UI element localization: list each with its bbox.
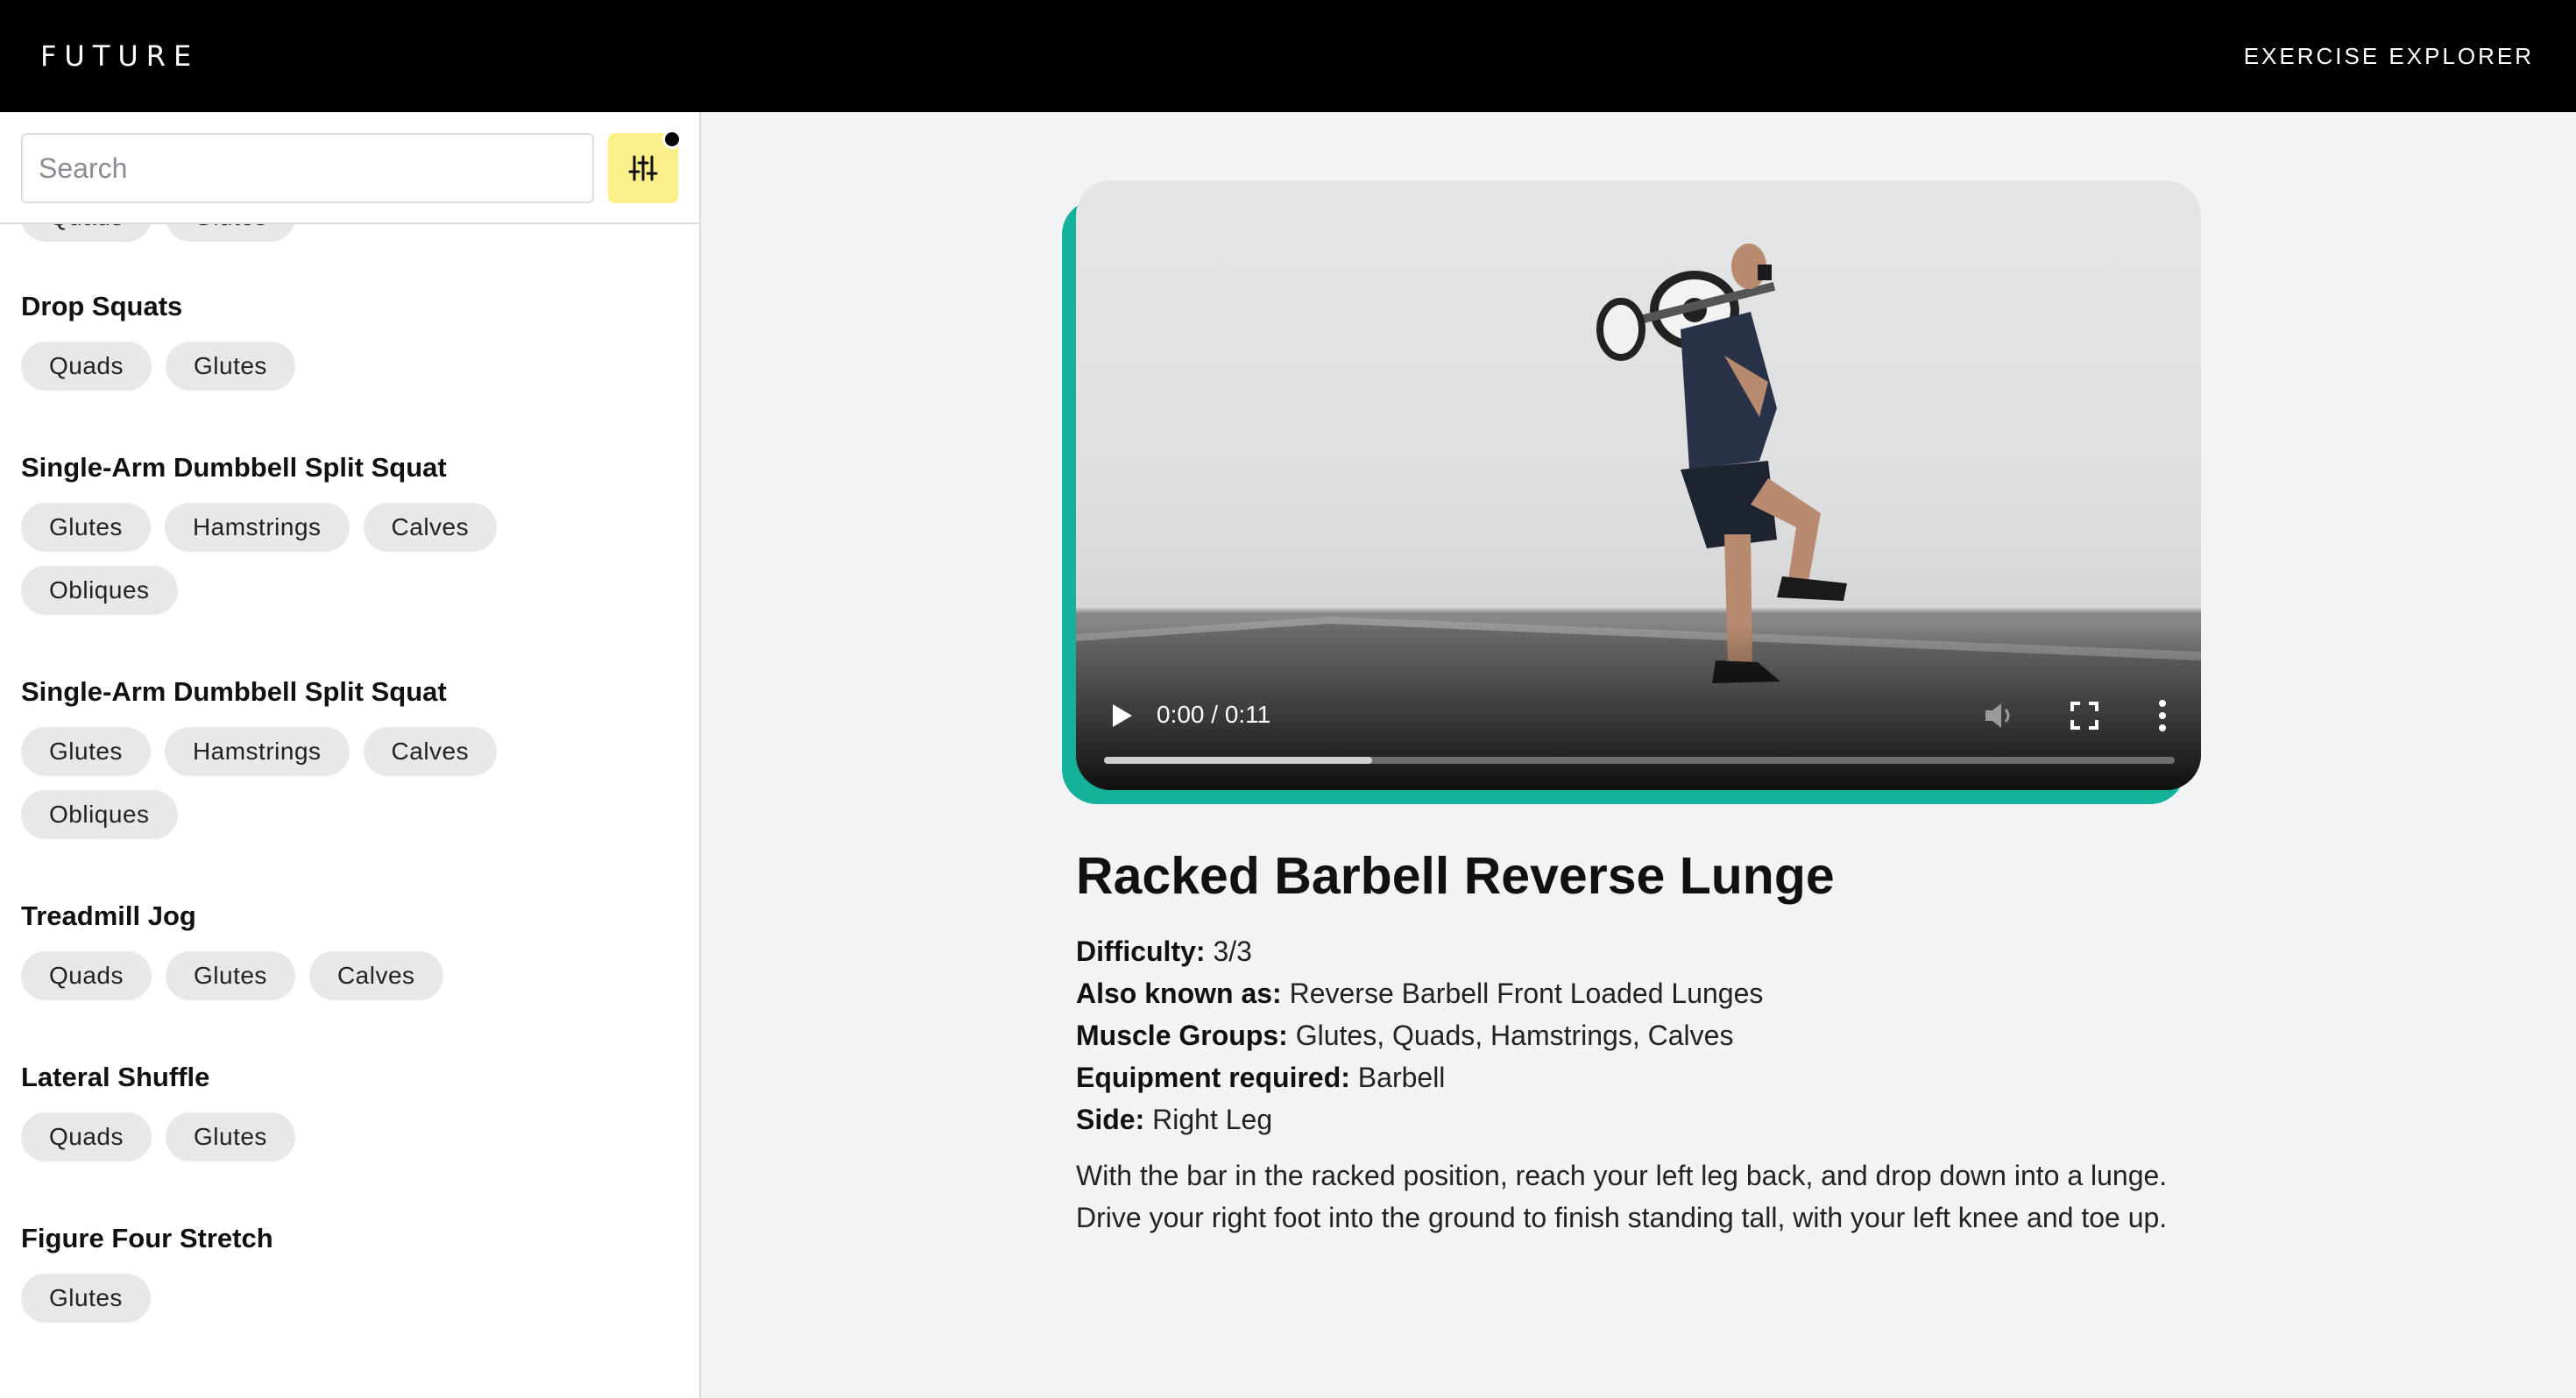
exercise-name: Figure Four Stretch: [21, 1223, 273, 1253]
aka-value: Reverse Barbell Front Loaded Lunges: [1289, 978, 1764, 1009]
muscle-tag: Glutes: [21, 1274, 151, 1323]
exercise-video[interactable]: 0:00 / 0:11: [1076, 180, 2201, 790]
exercise-title: Racked Barbell Reverse Lunge: [1076, 847, 1835, 905]
exercise-detail: Racked Barbell Reverse Lunge Difficulty:…: [1076, 841, 2206, 1239]
muscle-tag: Hamstrings: [164, 727, 350, 776]
difficulty-value: 3/3: [1213, 936, 1252, 967]
muscle-tags: Glutes: [21, 1274, 564, 1323]
muscle-tag: Quads: [21, 951, 152, 1000]
exercise-name: Drop Squats: [21, 291, 183, 321]
nav-link-exercise-explorer[interactable]: EXERCISE EXPLORER: [2244, 43, 2534, 70]
muscle-tag: Obliques: [21, 790, 178, 839]
exercise-description: With the bar in the racked position, rea…: [1076, 1160, 2168, 1233]
muscle-groups-value: Glutes, Quads, Hamstrings, Calves: [1295, 1020, 1734, 1051]
filter-active-dot: [662, 130, 682, 149]
muscle-tag: Quads: [21, 1112, 152, 1161]
muscle-tag: Glutes: [21, 727, 151, 776]
exercise-name: Single-Arm Dumbbell Split Squat: [21, 452, 447, 483]
side-row: Side: Right Leg: [1076, 1098, 2206, 1140]
top-navbar: FUTURE EXERCISE EXPLORER: [0, 0, 2576, 112]
muscle-tags: Glutes Hamstrings Calves Obliques: [21, 503, 564, 615]
aka-label: Also known as:: [1076, 978, 1282, 1009]
volume-icon[interactable]: [1984, 701, 2015, 731]
muscle-tag: Hamstrings: [164, 503, 350, 552]
side-value: Right Leg: [1152, 1104, 1273, 1135]
video-card: 0:00 / 0:11: [1062, 180, 2201, 804]
sliders-icon: [628, 155, 658, 181]
muscle-groups-label: Muscle Groups:: [1076, 1020, 1288, 1051]
side-label: Side:: [1076, 1104, 1145, 1135]
exercise-name: Single-Arm Dumbbell Split Squat: [21, 676, 447, 707]
video-time: 0:00 / 0:11: [1157, 701, 1271, 728]
list-item[interactable]: Single-Arm Dumbbell Split Squat Glutes H…: [21, 448, 687, 615]
video-progress-bar[interactable]: [1104, 757, 2175, 764]
muscle-tag: Calves: [308, 951, 443, 1000]
muscle-groups-row: Muscle Groups: Glutes, Quads, Hamstrings…: [1076, 1014, 2206, 1056]
muscle-tag: Glutes: [166, 1112, 295, 1161]
equipment-row: Equipment required: Barbell: [1076, 1056, 2206, 1098]
muscle-tag: Glutes: [166, 951, 295, 1000]
fullscreen-icon[interactable]: [2070, 701, 2099, 731]
exercise-properties: Difficulty: 3/3 Also known as: Reverse B…: [1076, 930, 2206, 1140]
difficulty-row: Difficulty: 3/3: [1076, 930, 2206, 972]
search-bar: [0, 112, 699, 224]
video-controls: 0:00 / 0:11: [1076, 667, 2201, 790]
exercise-name: Lateral Shuffle: [21, 1062, 210, 1092]
search-input[interactable]: [21, 133, 594, 203]
muscle-tag: Calves: [363, 503, 498, 552]
equipment-label: Equipment required:: [1076, 1062, 1350, 1093]
muscle-tag: Quads: [21, 342, 152, 391]
muscle-tags: Quads Glutes Calves: [21, 951, 564, 1000]
list-item[interactable]: Treadmill Jog Quads Glutes Calves: [21, 897, 687, 1000]
muscle-tag: Calves: [363, 727, 498, 776]
brand-logo[interactable]: FUTURE: [40, 39, 199, 73]
muscle-tags: Quads Glutes: [21, 342, 564, 391]
difficulty-label: Difficulty:: [1076, 936, 1206, 967]
exercise-name: Treadmill Jog: [21, 900, 196, 931]
list-item[interactable]: Drop Squats Quads Glutes: [21, 287, 687, 391]
aka-row: Also known as: Reverse Barbell Front Loa…: [1076, 972, 2206, 1014]
list-item[interactable]: Single-Arm Dumbbell Split Squat Glutes H…: [21, 673, 687, 839]
list-item[interactable]: Lateral Shuffle Quads Glutes: [21, 1058, 687, 1161]
muscle-tag: Glutes: [21, 503, 151, 552]
video-progress-fill: [1104, 757, 1372, 764]
equipment-value: Barbell: [1357, 1062, 1446, 1093]
muscle-tag: Glutes: [166, 342, 295, 391]
play-icon[interactable]: [1109, 703, 1134, 729]
muscle-tags: Glutes Hamstrings Calves Obliques: [21, 727, 564, 839]
muscle-tags: Quads Glutes: [21, 1112, 564, 1161]
muscle-tag: Obliques: [21, 566, 178, 615]
exercise-sidebar: Drop Squats Quads Glutes Single-Arm Dumb…: [0, 112, 701, 1398]
list-item[interactable]: Figure Four Stretch Glutes: [21, 1219, 687, 1323]
more-vertical-icon[interactable]: [2157, 699, 2168, 732]
